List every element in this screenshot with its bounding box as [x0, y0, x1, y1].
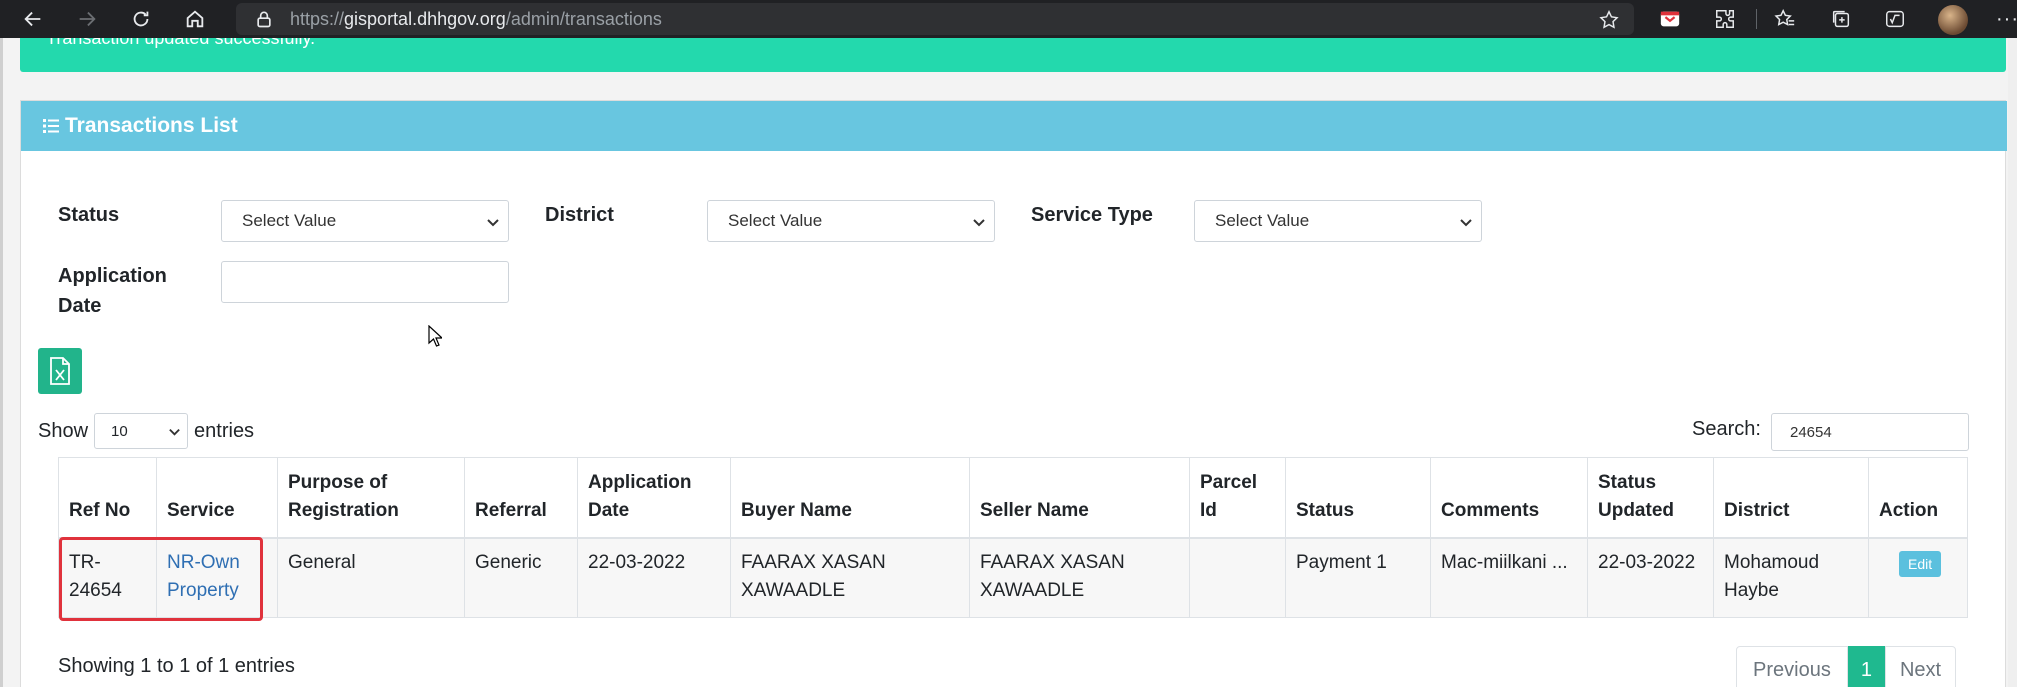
page-1-button[interactable]: 1 — [1847, 646, 1885, 687]
show-label: Show — [38, 419, 89, 442]
col-comments[interactable]: Comments — [1430, 457, 1588, 539]
service-type-select-value: Select Value — [1215, 211, 1310, 230]
col-parcel-id[interactable]: Parcel Id — [1189, 457, 1286, 539]
application-date-label-line1: Application — [58, 265, 167, 287]
chevron-down-icon — [973, 219, 985, 227]
show-entries: Show 10 entries — [38, 413, 254, 449]
district-select-value: Select Value — [728, 211, 823, 230]
page-left-border — [0, 38, 3, 687]
chevron-down-icon — [487, 219, 499, 227]
district-filter-label: District — [545, 204, 614, 226]
showing-entries-text: Showing 1 to 1 of 1 entries — [58, 655, 295, 677]
next-page-button[interactable]: Next — [1884, 646, 1957, 687]
add-favorite-icon[interactable] — [1598, 9, 1620, 31]
application-date-label: Application Date — [58, 261, 167, 321]
cell-seller-name: FAARAX XASAN XAWAADLE — [969, 537, 1190, 618]
col-seller-name[interactable]: Seller Name — [969, 457, 1190, 539]
cell-application-date: 22-03-2022 — [577, 537, 731, 618]
cell-status-updated: 22-03-2022 — [1587, 537, 1714, 618]
home-icon — [186, 10, 204, 28]
status-select-value: Select Value — [242, 211, 337, 230]
highlight-box — [59, 537, 263, 621]
search-label: Search: — [1692, 418, 1761, 440]
reload-icon — [133, 11, 149, 27]
chevron-down-icon — [1460, 219, 1472, 227]
cell-comments: Mac-miilkani ... — [1430, 537, 1588, 618]
browser-toolbar: https://gisportal.dhhgov.org/admin/trans… — [0, 0, 2017, 38]
back-button[interactable] — [18, 4, 48, 34]
mouse-cursor-icon — [428, 325, 442, 347]
search-input[interactable]: 24654 — [1771, 413, 1969, 451]
entries-label: entries — [194, 419, 255, 442]
cell-status: Payment 1 — [1285, 537, 1431, 618]
card-title: Transactions List — [65, 114, 238, 137]
forward-button[interactable] — [72, 4, 102, 34]
scrollbar[interactable] — [2008, 38, 2017, 687]
more-menu-icon[interactable]: ··· — [1996, 8, 2017, 31]
success-alert: Transaction updated successfully. — [20, 38, 2006, 72]
col-action[interactable]: Action — [1868, 457, 1968, 539]
home-button[interactable] — [180, 4, 210, 34]
application-date-label-line2: Date — [58, 295, 102, 317]
toolbar-divider — [1756, 9, 1757, 29]
arrow-right-icon — [79, 11, 96, 27]
favorites-icon[interactable] — [1772, 6, 1798, 32]
export-excel-button[interactable] — [38, 348, 82, 394]
district-select[interactable]: Select Value — [707, 200, 995, 242]
table-row: TR- 24654 NR-Own Property General Generic … — [58, 537, 1968, 618]
col-ref-no[interactable]: Ref No — [58, 457, 157, 539]
col-purpose[interactable]: Purpose of Registration — [277, 457, 465, 539]
transactions-table: Ref No Service Purpose of Registration Re… — [58, 457, 1968, 618]
cell-buyer-name: FAARAX XASAN XAWAADLE — [730, 537, 970, 618]
reload-button[interactable] — [126, 4, 156, 34]
col-status-updated[interactable]: Status Updated — [1587, 457, 1714, 539]
col-district[interactable]: District — [1713, 457, 1869, 539]
edit-button[interactable]: Edit — [1899, 550, 1942, 577]
col-service[interactable]: Service — [156, 457, 278, 539]
chevron-down-icon — [169, 428, 180, 436]
card-header: Transactions List — [21, 101, 2007, 151]
application-date-input[interactable] — [221, 261, 509, 303]
col-buyer-name[interactable]: Buyer Name — [730, 457, 970, 539]
excel-file-icon — [50, 357, 70, 385]
col-status[interactable]: Status — [1285, 457, 1431, 539]
cell-district: Mohamoud Haybe — [1713, 537, 1869, 618]
col-application-date[interactable]: Application Date — [577, 457, 731, 539]
url-text: https://gisportal.dhhgov.org/admin/trans… — [290, 8, 662, 29]
col-referral[interactable]: Referral — [464, 457, 578, 539]
service-type-select[interactable]: Select Value — [1194, 200, 1482, 242]
pocket-extension-icon[interactable] — [1657, 6, 1683, 32]
arrow-left-icon — [24, 11, 41, 27]
lock-icon — [257, 11, 271, 28]
entries-count-select[interactable]: 10 — [94, 413, 189, 449]
alert-text: Transaction updated successfully. — [46, 38, 316, 48]
math-solver-icon[interactable] — [1882, 6, 1908, 32]
address-bar[interactable]: https://gisportal.dhhgov.org/admin/trans… — [236, 3, 1634, 35]
cell-referral: Generic — [464, 537, 578, 618]
entries-count-value: 10 — [111, 422, 128, 440]
service-type-filter-label: Service Type — [1031, 204, 1153, 226]
cell-parcel-id — [1189, 537, 1286, 618]
extensions-icon[interactable] — [1712, 6, 1738, 32]
list-icon — [43, 119, 59, 133]
cell-purpose: General — [277, 537, 465, 618]
table-header-row: Ref No Service Purpose of Registration Re… — [58, 457, 1968, 539]
collections-icon[interactable] — [1828, 6, 1854, 32]
pagination: Previous 1 Next — [1736, 646, 1957, 687]
previous-page-button[interactable]: Previous — [1736, 646, 1848, 687]
status-select[interactable]: Select Value — [221, 200, 509, 242]
status-filter-label: Status — [58, 204, 120, 226]
cell-action: Edit — [1868, 537, 1968, 618]
profile-avatar[interactable] — [1938, 5, 1968, 35]
